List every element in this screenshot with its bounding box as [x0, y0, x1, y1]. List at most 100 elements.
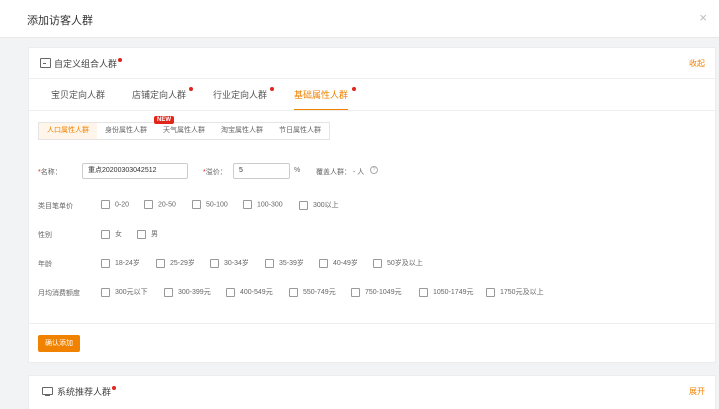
option-checkbox[interactable]: 0-20	[101, 200, 129, 209]
tab-industry-audience[interactable]: 行业定向人群	[213, 81, 267, 109]
name-input[interactable]: 重点20200303042512	[82, 163, 188, 179]
row-label-price: 类目笔单价	[38, 203, 73, 210]
option-checkbox[interactable]: 300-399元	[164, 287, 211, 297]
tab-dot	[270, 87, 274, 91]
system-recommended-panel: 系统推荐人群 展开	[28, 375, 716, 409]
checkbox-box[interactable]	[101, 229, 110, 239]
option-checkbox[interactable]: 男	[137, 229, 158, 239]
option-label: 50-100	[206, 201, 228, 209]
option-checkbox[interactable]: 300元以下	[101, 287, 148, 297]
footer-divider	[29, 323, 715, 324]
help-icon[interactable]: ?	[370, 166, 378, 174]
option-label: 400-549元	[240, 289, 273, 296]
panel-header: 自定义组合人群 收起	[29, 48, 715, 79]
monitor-icon	[42, 387, 53, 396]
add-audience-modal: 添加访客人群 × 自定义组合人群 收起 宝贝定向人群 店铺定向人群 行业定向人群…	[0, 0, 719, 409]
checkbox-box[interactable]	[243, 200, 252, 209]
confirm-add-button[interactable]: 确认添加	[38, 335, 80, 352]
close-icon[interactable]: ×	[699, 10, 707, 25]
name-label-text: 名称：	[40, 169, 62, 176]
subtab-holiday[interactable]: 节日属性人群	[271, 123, 329, 139]
option-checkbox[interactable]: 550-749元	[289, 287, 336, 297]
checkbox-box[interactable]	[319, 258, 328, 268]
option-label: 40-49岁	[333, 260, 358, 267]
option-label: 300-399元	[178, 289, 211, 296]
premium-label-text: 溢价：	[205, 169, 227, 176]
tab-item-audience[interactable]: 宝贝定向人群	[51, 81, 105, 109]
checkbox-box[interactable]	[210, 258, 219, 268]
option-checkbox[interactable]: 750-1049元	[351, 287, 402, 297]
checkbox-box[interactable]	[156, 258, 165, 268]
collapse-link[interactable]: 收起	[689, 58, 705, 69]
option-label: 1050-1749元	[433, 289, 474, 296]
checkbox-box[interactable]	[164, 287, 173, 297]
row-label-age: 年龄	[38, 261, 52, 268]
row-label-spending: 月均消费额度	[38, 290, 80, 297]
option-checkbox[interactable]: 20-50	[144, 200, 176, 209]
checkbox-box[interactable]	[137, 229, 146, 239]
row-label-gender: 性别	[38, 232, 52, 239]
premium-input[interactable]: 5	[233, 163, 290, 179]
attribute-subtabs: 人口属性人群 身份属性人群 NEW 天气属性人群 淘宝属性人群 节日属性人群	[38, 116, 330, 140]
tab-basic-attribute-audience[interactable]: 基础属性人群	[294, 81, 349, 111]
option-checkbox[interactable]: 35-39岁	[265, 258, 304, 268]
panel-title: 自定义组合人群	[54, 57, 123, 70]
required-dot	[118, 58, 123, 62]
panel-title-text: 自定义组合人群	[54, 59, 118, 69]
cover-label: 覆盖人群：	[316, 169, 351, 176]
subtab-identity[interactable]: 身份属性人群	[97, 123, 155, 139]
name-label: *名称：	[38, 169, 62, 176]
option-checkbox[interactable]: 40-49岁	[319, 258, 358, 268]
checkbox-box[interactable]	[101, 258, 110, 268]
option-checkbox[interactable]: 400-549元	[226, 287, 273, 297]
tab-shop-audience[interactable]: 店铺定向人群	[132, 81, 186, 109]
checkbox-box[interactable]	[226, 287, 235, 297]
tab-dot	[189, 87, 193, 91]
checkbox-box[interactable]	[265, 258, 274, 268]
option-checkbox[interactable]: 300以上	[299, 200, 339, 210]
option-checkbox[interactable]: 50岁及以上	[373, 258, 423, 268]
checkbox-box[interactable]	[101, 200, 110, 209]
subtab-demographic[interactable]: 人口属性人群	[39, 123, 97, 139]
option-label: 男	[151, 231, 158, 238]
checkbox-box[interactable]	[299, 200, 308, 210]
option-label: 550-749元	[303, 289, 336, 296]
option-checkbox[interactable]: 50-100	[192, 200, 228, 209]
option-label: 50岁及以上	[387, 260, 423, 267]
checkbox-box[interactable]	[373, 258, 382, 268]
option-label: 20-50	[158, 201, 176, 209]
option-checkbox[interactable]: 18-24岁	[101, 258, 140, 268]
tabs-divider	[29, 110, 715, 111]
subtab-taobao[interactable]: 淘宝属性人群	[213, 123, 271, 139]
tab-dot	[352, 87, 356, 91]
panel-title: 系统推荐人群	[57, 385, 117, 398]
option-label: 750-1049元	[365, 289, 402, 296]
required-dot	[112, 386, 117, 390]
checkbox-box[interactable]	[486, 287, 495, 297]
checkbox-box[interactable]	[351, 287, 360, 297]
checkbox-box[interactable]	[144, 200, 153, 209]
option-label: 30-34岁	[224, 260, 249, 267]
option-checkbox[interactable]: 100-300	[243, 200, 283, 209]
checkbox-box[interactable]	[289, 287, 298, 297]
panel-title-text: 系统推荐人群	[57, 387, 112, 397]
option-checkbox[interactable]: 1050-1749元	[419, 287, 473, 297]
premium-unit: %	[294, 167, 301, 174]
checkbox-box[interactable]	[101, 287, 110, 297]
option-label: 300元以下	[115, 289, 148, 296]
option-checkbox[interactable]: 女	[101, 229, 122, 239]
option-checkbox[interactable]: 30-34岁	[210, 258, 249, 268]
subtab-weather[interactable]: 天气属性人群	[155, 123, 213, 139]
option-label: 18-24岁	[115, 260, 140, 267]
expand-link[interactable]: 展开	[689, 386, 705, 397]
option-label: 300以上	[313, 202, 339, 209]
checkbox-box[interactable]	[192, 200, 201, 209]
option-checkbox[interactable]: 25-29岁	[156, 258, 195, 268]
option-checkbox[interactable]: 1750元及以上	[486, 287, 544, 297]
option-label: 0-20	[115, 201, 130, 209]
option-label: 100-300	[257, 201, 283, 209]
cover-value: - 人	[353, 169, 365, 176]
checkbox-box[interactable]	[419, 287, 428, 297]
custom-group-icon	[40, 58, 51, 68]
modal-title: 添加访客人群	[27, 15, 93, 27]
